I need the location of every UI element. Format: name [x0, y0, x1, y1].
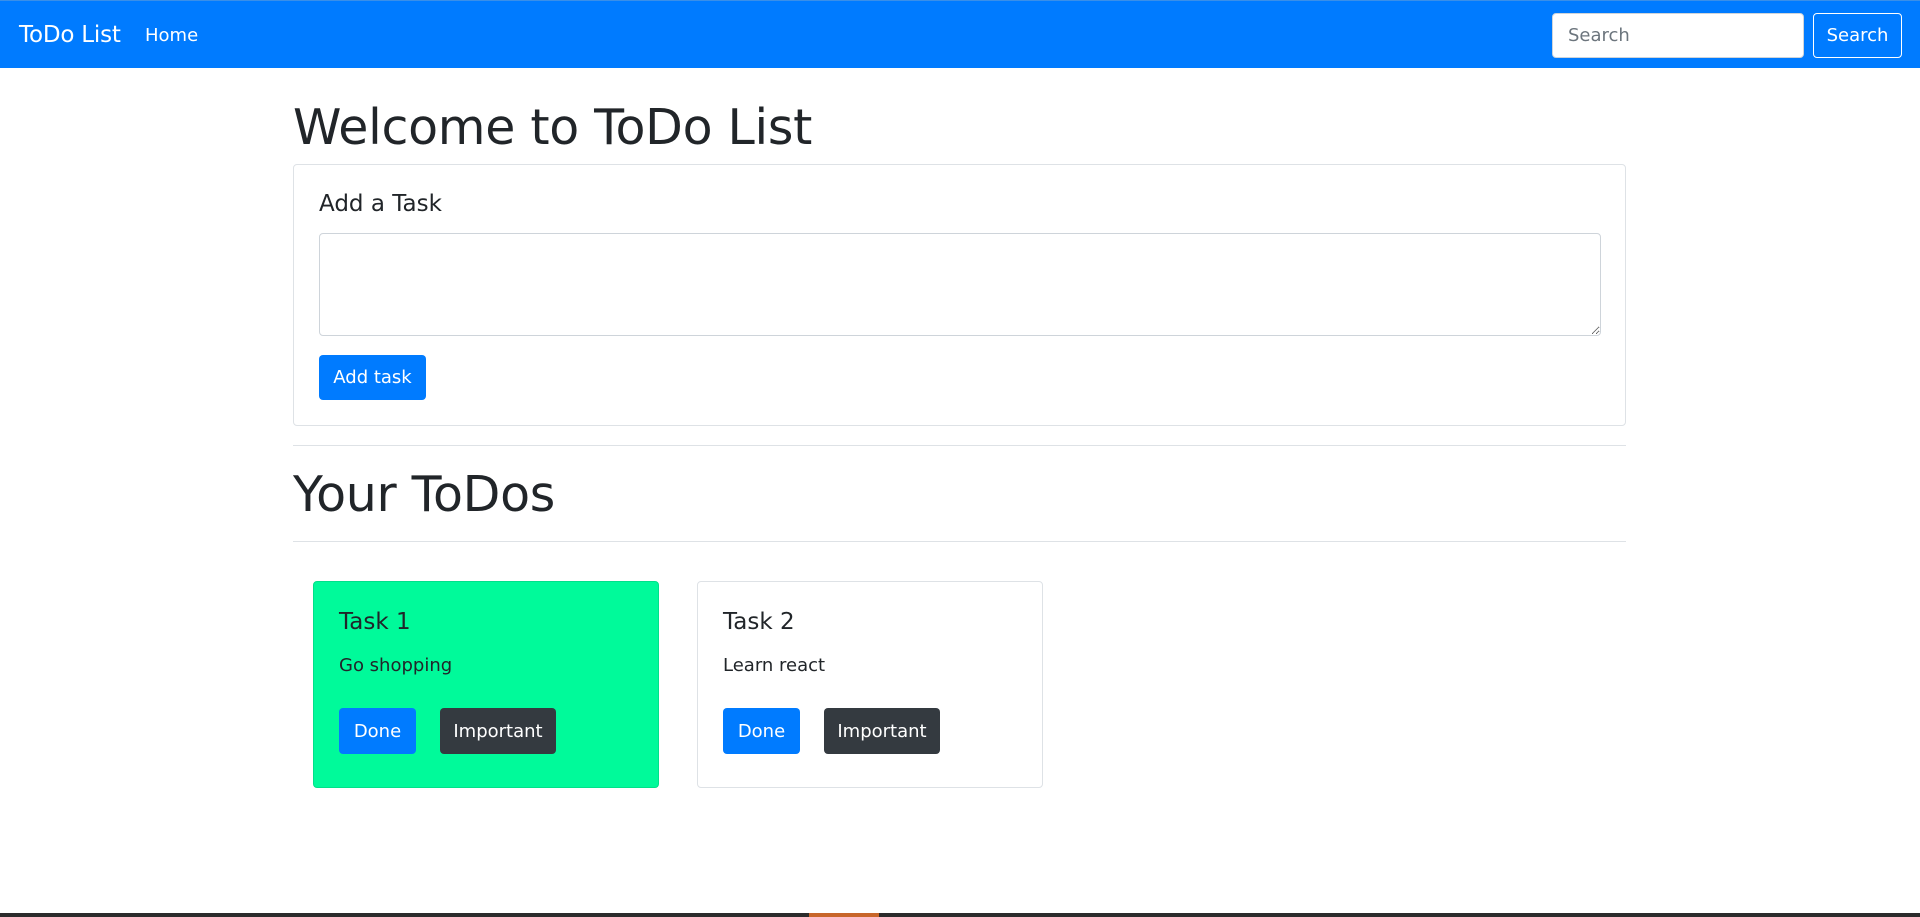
add-task-title: Add a Task: [319, 191, 442, 217]
todo-card: Task 1 Go shopping Done Important: [313, 581, 659, 788]
page-title: Welcome to ToDo List: [293, 99, 813, 156]
done-button[interactable]: Done: [339, 708, 416, 754]
add-task-button[interactable]: Add task: [319, 355, 426, 400]
important-button[interactable]: Important: [824, 708, 940, 754]
todo-title: Task 2: [723, 609, 795, 635]
add-task-card: Add a Task Add task: [293, 164, 1626, 426]
navbar: ToDo List Home Search: [0, 0, 1920, 68]
important-button[interactable]: Important: [440, 708, 556, 754]
done-button[interactable]: Done: [723, 708, 800, 754]
todo-card: Task 2 Learn react Done Important: [697, 581, 1043, 788]
navbar-brand[interactable]: ToDo List: [19, 20, 121, 51]
todos-section-title: Your ToDos: [293, 466, 556, 523]
search-button[interactable]: Search: [1813, 13, 1902, 58]
divider: [293, 445, 1626, 446]
divider: [293, 541, 1626, 542]
todo-description: Go shopping: [339, 655, 453, 676]
todo-title: Task 1: [339, 609, 411, 635]
taskbar-active-indicator: [809, 913, 879, 917]
nav-link-home[interactable]: Home: [145, 23, 198, 49]
taskbar-strip: [0, 913, 1920, 917]
task-textarea[interactable]: [319, 233, 1601, 336]
search-input[interactable]: [1552, 13, 1804, 58]
todo-description: Learn react: [723, 655, 826, 676]
